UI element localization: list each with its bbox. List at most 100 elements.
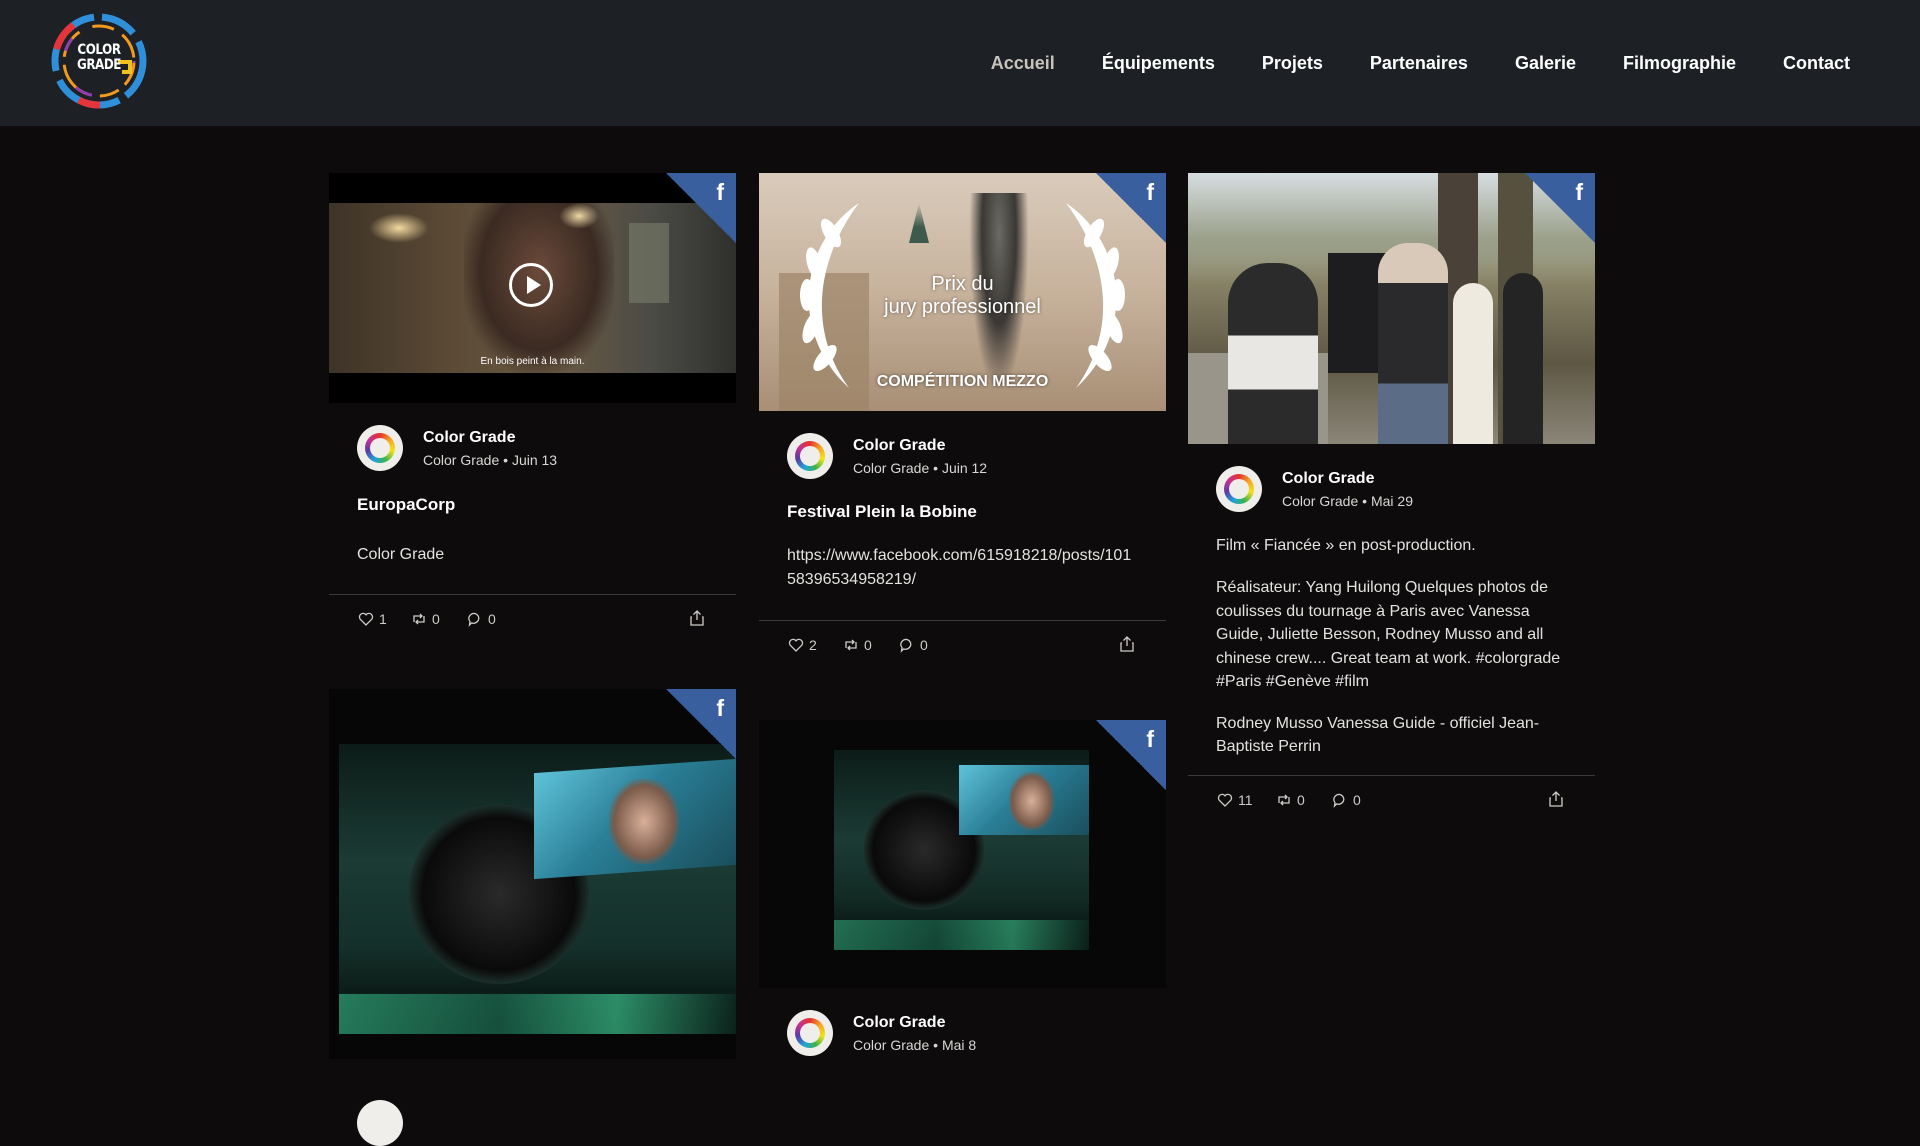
retweet-count: 0 — [1297, 791, 1305, 808]
post-actions: 1 0 0 — [329, 595, 736, 647]
avatar[interactable] — [357, 425, 403, 471]
post-title: EuropaCorp — [357, 495, 456, 514]
share-icon — [690, 610, 704, 626]
post-body-paragraph: Réalisateur: Yang Huilong Quelques photo… — [1216, 579, 1561, 690]
retweet-button[interactable]: 0 — [1276, 792, 1305, 808]
retweet-icon — [845, 639, 857, 651]
post-date: Mai 8 — [941, 1037, 977, 1053]
comment-button[interactable]: 0 — [467, 611, 496, 627]
retweet-button[interactable]: 0 — [411, 611, 440, 627]
post-card: f Color Grade Color Grade • Mai 29 Film … — [1188, 173, 1595, 828]
comment-button[interactable]: 0 — [1332, 792, 1361, 808]
post-body: Color Grade — [357, 546, 445, 563]
post-actions: 2 0 0 — [759, 621, 1166, 673]
post-title: Festival Plein la Bobine — [787, 502, 977, 521]
post-body-paragraph: Film « Fiancée » en post-production. — [1216, 537, 1476, 554]
nav-filmographie[interactable]: Filmographie — [1623, 53, 1736, 74]
facebook-badge[interactable]: f — [1096, 720, 1166, 790]
post-author[interactable]: Color Grade — [853, 437, 945, 455]
post-image[interactable]: f — [759, 720, 1166, 988]
post-card: En bois peint à la main. f Color Grade C… — [329, 173, 736, 647]
facebook-badge[interactable]: f — [1525, 173, 1595, 243]
award-subtitle: COMPÉTITION MEZZO — [876, 373, 1049, 390]
nav-contact[interactable]: Contact — [1783, 53, 1850, 74]
post-account-date: Color Grade • Juin 13 — [423, 452, 558, 468]
crew-member — [1453, 283, 1493, 444]
facebook-badge[interactable]: f — [1096, 173, 1166, 243]
post-author[interactable]: Color Grade — [423, 429, 515, 447]
post-author[interactable]: Color Grade — [853, 1014, 945, 1032]
post-card: Prix du jury professionnel COMPÉTITION M… — [759, 173, 1166, 673]
post-author[interactable]: Color Grade — [1282, 470, 1374, 488]
nav-projets[interactable]: Projets — [1262, 53, 1323, 74]
like-count: 2 — [809, 637, 817, 653]
share-icon — [1120, 636, 1134, 652]
award-title-line1: Prix du — [931, 273, 994, 295]
nav-equipements[interactable]: Équipements — [1102, 53, 1215, 74]
nav-accueil[interactable]: Accueil — [991, 53, 1055, 74]
comment-count: 0 — [920, 637, 928, 653]
share-button[interactable] — [1547, 790, 1565, 811]
post-image[interactable]: Prix du jury professionnel COMPÉTITION M… — [759, 173, 1166, 411]
like-button[interactable]: 2 — [788, 637, 817, 653]
heart-icon — [1217, 793, 1233, 807]
post-image[interactable]: f — [1188, 173, 1595, 444]
post-account: Color Grade — [853, 460, 930, 476]
facebook-badge[interactable]: f — [666, 689, 736, 759]
facebook-icon: f — [716, 695, 724, 721]
color-grade-logo[interactable]: COLOR GRADE — [48, 10, 150, 112]
retweet-button[interactable]: 0 — [843, 637, 872, 653]
post-meta: Color Grade Color Grade • Juin 12 — [759, 411, 1166, 481]
facebook-icon: f — [1146, 726, 1154, 752]
like-count: 11 — [1238, 791, 1253, 808]
heart-icon — [788, 638, 804, 652]
post-account: Color Grade — [853, 1037, 930, 1053]
post-date: Juin 13 — [511, 452, 558, 468]
like-button[interactable]: 11 — [1217, 792, 1253, 808]
comment-icon — [468, 612, 480, 627]
nav-galerie[interactable]: Galerie — [1515, 53, 1576, 74]
post-link[interactable]: https://www.facebook.com/615918218/posts… — [787, 544, 1138, 592]
post-date: Juin 12 — [941, 460, 988, 476]
facebook-badge[interactable]: f — [666, 173, 736, 243]
video-caption: En bois peint à la main. — [480, 356, 585, 367]
facebook-icon: f — [1146, 179, 1154, 205]
post-account: Color Grade — [1282, 493, 1359, 509]
comment-button[interactable]: 0 — [899, 637, 928, 653]
retweet-count: 0 — [864, 637, 872, 653]
award-title-line2: jury professionnel — [884, 296, 1041, 318]
avatar[interactable] — [1216, 466, 1262, 512]
comment-count: 0 — [488, 611, 496, 627]
post-meta: Color Grade Color Grade • Mai 8 — [759, 988, 1166, 1058]
post-card: f Color Grade Color Grade • Mai 8 — [759, 720, 1166, 1058]
post-video-thumbnail[interactable]: En bois peint à la main. f — [329, 173, 736, 403]
heart-icon — [358, 612, 374, 626]
facebook-icon: f — [716, 179, 724, 205]
post-body-paragraph: Rodney Musso Vanessa Guide - officiel Je… — [1216, 714, 1540, 756]
post-actions: 11 0 0 — [1188, 776, 1595, 828]
post-card: f — [329, 689, 736, 1059]
like-count: 1 — [379, 611, 387, 627]
nav-partenaires[interactable]: Partenaires — [1370, 53, 1468, 74]
share-button[interactable] — [1118, 635, 1136, 656]
post-account-date: Color Grade • Juin 12 — [853, 460, 988, 476]
avatar[interactable] — [787, 1010, 833, 1056]
crew-member — [1378, 243, 1448, 444]
post-account-date: Color Grade • Mai 29 — [1282, 493, 1413, 509]
share-icon — [1549, 790, 1563, 807]
post-meta: Color Grade Color Grade • Mai 29 — [1188, 444, 1595, 514]
post-image[interactable]: f — [329, 689, 736, 1059]
retweet-count: 0 — [432, 611, 440, 627]
comment-icon — [900, 638, 912, 653]
site-header: COLOR GRADE Accueil Équipements Projets … — [0, 0, 1920, 126]
projector-lens — [339, 744, 736, 1034]
post-account: Color Grade — [423, 452, 500, 468]
share-button[interactable] — [688, 609, 706, 630]
comment-count: 0 — [1353, 791, 1361, 808]
avatar[interactable] — [787, 433, 833, 479]
play-icon[interactable] — [509, 263, 553, 307]
award-title: Prix du jury professionnel — [759, 273, 1166, 319]
main-nav: Accueil Équipements Projets Partenaires … — [944, 0, 1850, 126]
logo-text: COLOR GRADE — [76, 42, 122, 73]
like-button[interactable]: 1 — [358, 611, 387, 627]
